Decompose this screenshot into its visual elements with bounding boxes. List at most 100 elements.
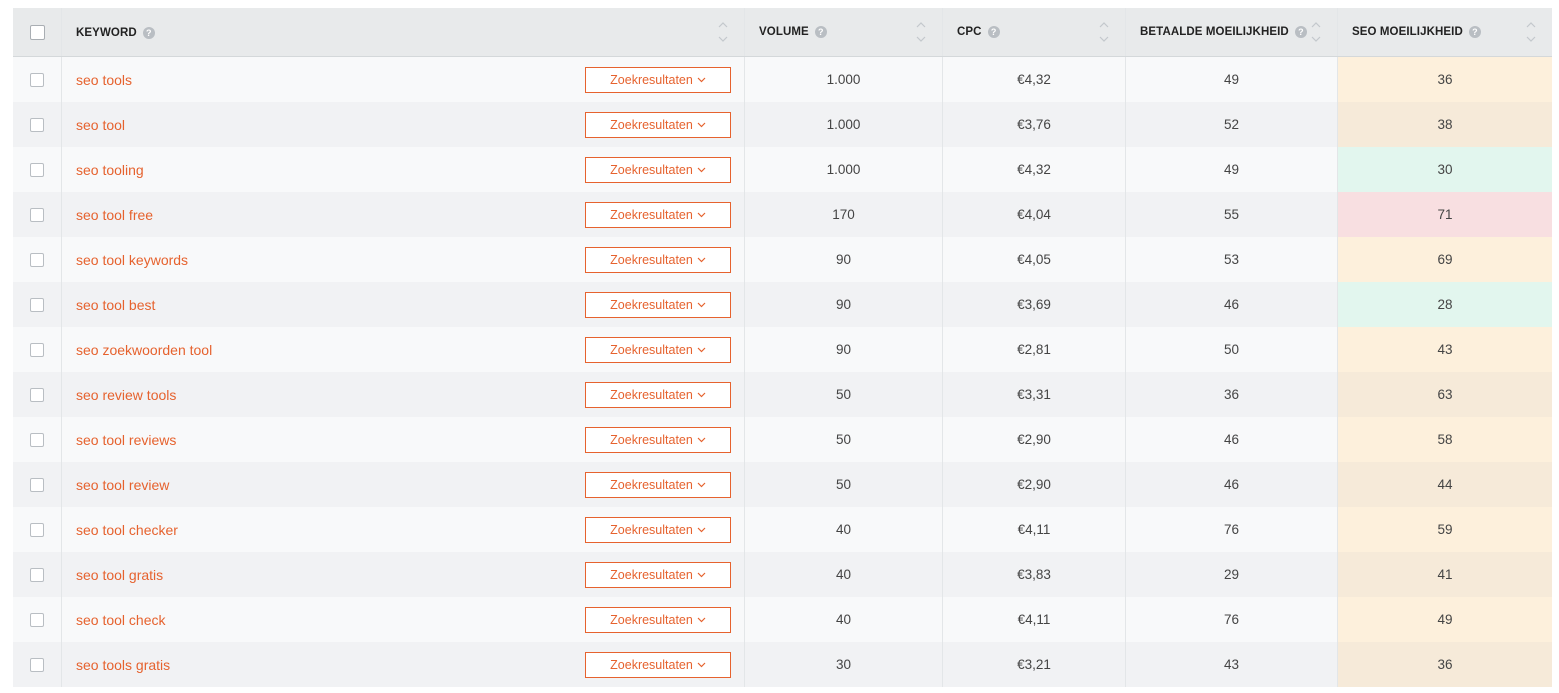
paid-difficulty-value: 53 xyxy=(1223,252,1240,267)
row-checkbox[interactable] xyxy=(30,342,44,357)
volume-cell: 50 xyxy=(745,462,943,507)
row-select-cell xyxy=(13,507,62,552)
volume-value: 90 xyxy=(835,252,852,267)
search-results-button[interactable]: Zoekresultaten xyxy=(585,651,731,678)
row-checkbox[interactable] xyxy=(30,207,44,222)
row-select-cell xyxy=(13,147,62,192)
volume-cell: 30 xyxy=(745,642,943,687)
row-checkbox[interactable] xyxy=(30,117,44,132)
keyword-link[interactable]: seo zoekwoorden tool xyxy=(76,342,212,358)
keyword-cell: seo tool free Zoekresultaten xyxy=(62,192,745,237)
keyword-link[interactable]: seo tool keywords xyxy=(76,252,188,268)
row-checkbox[interactable] xyxy=(30,522,44,537)
volume-cell: 1.000 xyxy=(745,102,943,147)
row-checkbox[interactable] xyxy=(30,387,44,402)
paid-difficulty-value: 46 xyxy=(1223,297,1240,312)
search-results-button[interactable]: Zoekresultaten xyxy=(585,381,731,408)
search-results-button[interactable]: Zoekresultaten xyxy=(585,561,731,588)
search-results-button[interactable]: Zoekresultaten xyxy=(585,156,731,183)
search-results-button[interactable]: Zoekresultaten xyxy=(585,111,731,138)
search-results-button[interactable]: Zoekresultaten xyxy=(585,201,731,228)
seo-difficulty-sort-icon[interactable] xyxy=(1526,21,1536,43)
search-results-button[interactable]: Zoekresultaten xyxy=(585,336,731,363)
row-checkbox[interactable] xyxy=(30,657,44,672)
search-results-button[interactable]: Zoekresultaten xyxy=(585,246,731,273)
keyword-link[interactable]: seo tool check xyxy=(76,612,166,628)
table-header: KEYWORD? VOLUME? CPC? BETAALDE MOEILIJKH… xyxy=(13,8,1552,57)
keyword-link[interactable]: seo tool gratis xyxy=(76,567,163,583)
keyword-link[interactable]: seo review tools xyxy=(76,387,176,403)
volume-cell: 1.000 xyxy=(745,57,943,102)
paid-difficulty-sort-icon[interactable] xyxy=(1311,21,1321,43)
volume-cell: 40 xyxy=(745,507,943,552)
table-row: seo zoekwoorden tool Zoekresultaten 90 €2,8… xyxy=(13,327,1552,372)
header-paid-difficulty[interactable]: BETAALDE MOEILIJKHEID? xyxy=(1126,8,1338,56)
chevron-down-icon xyxy=(697,617,706,623)
search-results-button[interactable]: Zoekresultaten xyxy=(585,471,731,498)
cpc-cell: €3,69 xyxy=(943,282,1126,327)
search-results-button[interactable]: Zoekresultaten xyxy=(585,66,731,93)
keyword-link[interactable]: seo tool best xyxy=(76,297,155,313)
paid-difficulty-cell: 55 xyxy=(1126,192,1338,237)
row-checkbox[interactable] xyxy=(30,162,44,177)
search-results-button[interactable]: Zoekresultaten xyxy=(585,516,731,543)
row-checkbox[interactable] xyxy=(30,477,44,492)
seo-difficulty-cell: 43 xyxy=(1338,327,1552,372)
keyword-cell: seo tools Zoekresultaten xyxy=(62,57,745,102)
row-checkbox[interactable] xyxy=(30,432,44,447)
paid-difficulty-cell: 46 xyxy=(1126,282,1338,327)
seo-difficulty-cell: 63 xyxy=(1338,372,1552,417)
volume-sort-icon[interactable] xyxy=(916,21,926,43)
keyword-cell: seo tool best Zoekresultaten xyxy=(62,282,745,327)
search-results-label: Zoekresultaten xyxy=(610,387,693,402)
search-results-button[interactable]: Zoekresultaten xyxy=(585,291,731,318)
header-volume[interactable]: VOLUME? xyxy=(745,8,943,56)
volume-help-icon[interactable]: ? xyxy=(814,26,827,38)
row-checkbox[interactable] xyxy=(30,297,44,312)
row-checkbox[interactable] xyxy=(30,612,44,627)
volume-value: 50 xyxy=(835,387,852,402)
keyword-link[interactable]: seo tool review xyxy=(76,477,169,493)
header-seo-difficulty[interactable]: SEO MOEILIJKHEID? xyxy=(1338,8,1552,56)
cpc-cell: €4,11 xyxy=(943,597,1126,642)
seo-difficulty-cell: 44 xyxy=(1338,462,1552,507)
row-checkbox[interactable] xyxy=(30,72,44,87)
keyword-link[interactable]: seo tooling xyxy=(76,162,144,178)
keyword-link[interactable]: seo tool reviews xyxy=(76,432,176,448)
row-select-cell xyxy=(13,642,62,687)
paid-difficulty-value: 52 xyxy=(1223,117,1240,132)
paid-difficulty-help-icon[interactable]: ? xyxy=(1294,26,1307,38)
cpc-help-icon[interactable]: ? xyxy=(987,26,1000,38)
table-row: seo tool best Zoekresultaten 90 €3,69 46 28 xyxy=(13,282,1552,327)
keyword-cell: seo tool Zoekresultaten xyxy=(62,102,745,147)
keyword-cell: seo tooling Zoekresultaten xyxy=(62,147,745,192)
volume-value: 1.000 xyxy=(826,117,861,132)
row-checkbox[interactable] xyxy=(30,567,44,582)
paid-difficulty-value: 76 xyxy=(1223,612,1240,627)
select-all-checkbox[interactable] xyxy=(29,24,45,40)
keyword-help-icon[interactable]: ? xyxy=(142,27,155,39)
search-results-button[interactable]: Zoekresultaten xyxy=(585,426,731,453)
cpc-value: €4,11 xyxy=(1017,612,1051,627)
volume-cell: 90 xyxy=(745,282,943,327)
header-cpc[interactable]: CPC? xyxy=(943,8,1126,56)
header-keyword[interactable]: KEYWORD? xyxy=(62,8,745,56)
keyword-link[interactable]: seo tools gratis xyxy=(76,657,170,673)
keyword-sort-icon[interactable] xyxy=(718,21,728,43)
keyword-link[interactable]: seo tool checker xyxy=(76,522,178,538)
chevron-down-icon xyxy=(697,212,706,218)
cpc-cell: €4,11 xyxy=(943,507,1126,552)
keyword-link[interactable]: seo tools xyxy=(76,72,132,88)
keyword-column-label: KEYWORD xyxy=(76,27,137,39)
paid-difficulty-cell: 49 xyxy=(1126,147,1338,192)
seo-difficulty-help-icon[interactable]: ? xyxy=(1468,26,1481,38)
keyword-link[interactable]: seo tool xyxy=(76,117,125,133)
cpc-sort-icon[interactable] xyxy=(1099,21,1109,43)
search-results-button[interactable]: Zoekresultaten xyxy=(585,606,731,633)
search-results-label: Zoekresultaten xyxy=(610,567,693,582)
volume-value: 40 xyxy=(835,612,852,627)
row-checkbox[interactable] xyxy=(30,252,44,267)
cpc-value: €3,69 xyxy=(1017,297,1051,312)
keyword-link[interactable]: seo tool free xyxy=(76,207,153,223)
keyword-cell: seo zoekwoorden tool Zoekresultaten xyxy=(62,327,745,372)
